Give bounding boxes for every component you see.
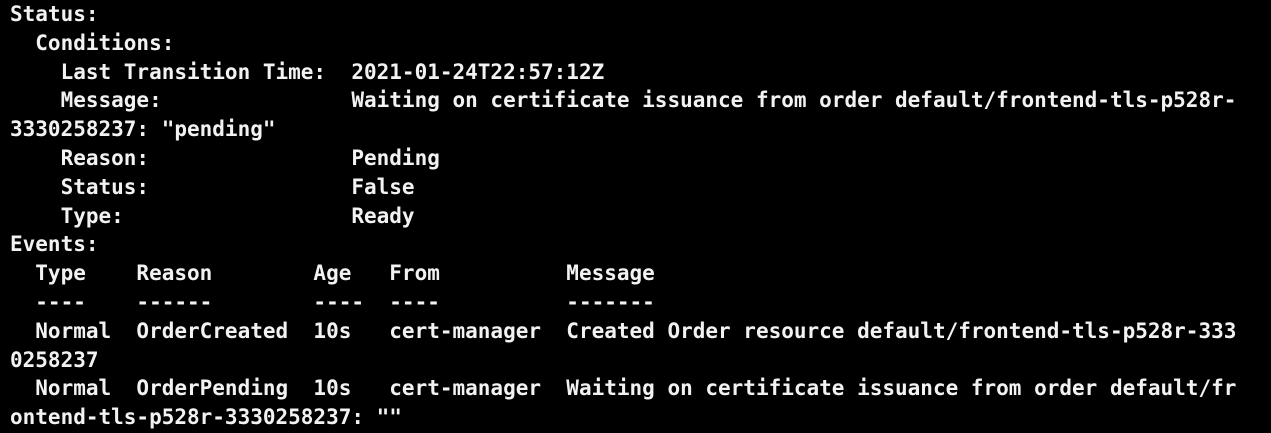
event-row-order-created-wrap: 0258237	[10, 347, 99, 372]
condition-status: Status: False	[10, 174, 415, 199]
events-table-separator: ---- ------ ---- ---- -------	[10, 289, 655, 314]
terminal-window[interactable]: Status: Conditions: Last Transition Time…	[0, 0, 1271, 433]
condition-message: Message: Waiting on certificate issuance…	[10, 88, 1237, 113]
event-row-order-pending-wrap: ontend-tls-p528r-3330258237: ""	[10, 405, 402, 430]
conditions-heading: Conditions:	[10, 30, 175, 55]
events-heading: Events:	[10, 232, 99, 257]
event-row-order-created: Normal OrderCreated 10s cert-manager Cre…	[10, 318, 1237, 343]
condition-last-transition-time: Last Transition Time: 2021-01-24T22:57:1…	[10, 59, 605, 84]
condition-message-wrap: 3330258237: "pending"	[10, 117, 276, 142]
status-heading: Status:	[10, 2, 99, 26]
condition-reason: Reason: Pending	[10, 145, 440, 170]
events-table-header: Type Reason Age From Message	[10, 261, 655, 286]
event-row-order-pending: Normal OrderPending 10s cert-manager Wai…	[10, 376, 1237, 401]
condition-type: Type: Ready	[10, 203, 415, 228]
